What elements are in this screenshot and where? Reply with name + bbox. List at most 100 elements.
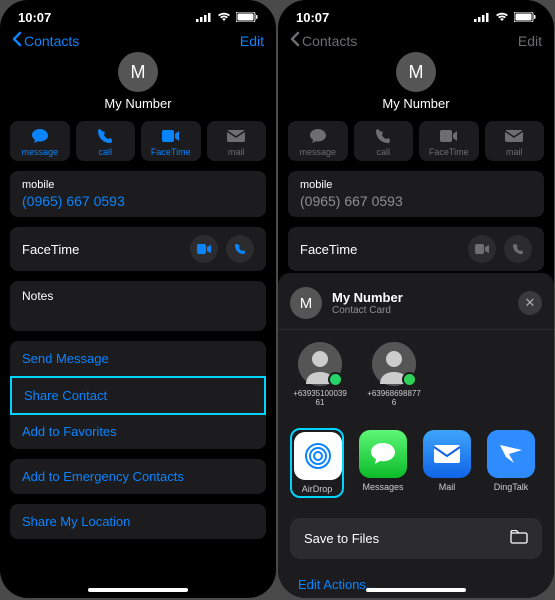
facetime-label: FaceTime: [429, 147, 469, 157]
save-files-label: Save to Files: [304, 531, 379, 546]
status-indicators: [474, 10, 536, 25]
share-apps-row: AirDrop Messages Mail DingTalk: [278, 420, 554, 510]
sheet-avatar: M: [290, 287, 322, 319]
mail-app-icon: [423, 430, 471, 478]
mail-label: mail: [228, 147, 245, 157]
messages-icon: [359, 430, 407, 478]
menu-list-2: Add to Emergency Contacts: [10, 459, 266, 494]
edit-actions-button[interactable]: Edit Actions...: [278, 567, 554, 598]
phone-right: 10:07 Contacts Edit M My Number message …: [278, 0, 554, 598]
mail-button: mail: [485, 121, 545, 161]
facetime-card: FaceTime: [10, 227, 266, 271]
mail-label: mail: [506, 147, 523, 157]
sheet-header: M My Number Contact Card ✕: [278, 283, 554, 330]
airdrop-app[interactable]: AirDrop: [290, 428, 344, 498]
dingtalk-icon: [487, 430, 535, 478]
contact-name: My Number: [0, 96, 276, 111]
menu-list-3: Share My Location: [10, 504, 266, 539]
contact-label: +63968698877 6: [366, 390, 422, 408]
add-emergency-item[interactable]: Add to Emergency Contacts: [10, 459, 266, 494]
facetime-audio-button: [504, 235, 532, 263]
message-label: message: [299, 147, 336, 157]
chevron-left-icon: [290, 31, 300, 50]
signal-icon: [474, 10, 490, 25]
app-label: DingTalk: [486, 482, 536, 492]
phone-left: 10:07 Contacts Edit M My Number message …: [0, 0, 276, 598]
edit-button[interactable]: Edit: [240, 33, 264, 49]
facetime-video-button: [468, 235, 496, 263]
save-to-files-button[interactable]: Save to Files: [290, 518, 542, 559]
video-icon: [141, 127, 201, 145]
signal-icon: [196, 10, 212, 25]
back-label: Contacts: [24, 33, 79, 49]
messages-app[interactable]: Messages: [358, 430, 408, 498]
mail-icon: [207, 127, 267, 145]
facetime-video-button[interactable]: [190, 235, 218, 263]
contact-name: My Number: [278, 96, 554, 111]
share-contact-item[interactable]: Share Contact: [10, 376, 266, 415]
dingtalk-app[interactable]: DingTalk: [486, 430, 536, 498]
menu-list-1: Send Message Share Contact Add to Favori…: [10, 341, 266, 449]
share-sheet: M My Number Contact Card ✕ +63935100039 …: [278, 273, 554, 598]
notes-label: Notes: [22, 289, 53, 303]
phone-icon: [76, 127, 136, 145]
airdrop-contacts-row: +63935100039 61 +63968698877 6: [278, 330, 554, 420]
call-label: call: [98, 147, 112, 157]
nav-bar: Contacts Edit: [0, 31, 276, 54]
wifi-icon: [217, 10, 231, 25]
phone-card: mobile (0965) 667 0593: [288, 171, 544, 217]
share-location-item[interactable]: Share My Location: [10, 504, 266, 539]
facetime-title: FaceTime: [300, 242, 357, 257]
add-favorites-item[interactable]: Add to Favorites: [10, 414, 266, 449]
phone-label: mobile: [22, 179, 254, 191]
contact-avatar: M: [396, 52, 436, 92]
message-icon: [10, 127, 70, 145]
call-label: call: [376, 147, 390, 157]
sheet-title: My Number: [332, 290, 403, 305]
phone-icon: [354, 127, 414, 145]
phone-card[interactable]: mobile (0965) 667 0593: [10, 171, 266, 217]
status-bar: 10:07: [278, 0, 554, 31]
avatar-section: M: [0, 52, 276, 92]
mail-icon: [485, 127, 545, 145]
phone-value: (0965) 667 0593: [300, 193, 532, 209]
airdrop-contact-1[interactable]: +63935100039 61: [292, 342, 348, 408]
notes-card[interactable]: Notes: [10, 281, 266, 331]
app-label: AirDrop: [294, 484, 340, 494]
call-button[interactable]: call: [76, 121, 136, 161]
message-button: message: [288, 121, 348, 161]
back-button[interactable]: Contacts: [12, 31, 79, 50]
facetime-audio-button[interactable]: [226, 235, 254, 263]
status-time: 10:07: [18, 10, 51, 25]
chevron-left-icon: [12, 31, 22, 50]
facetime-label: FaceTime: [151, 147, 191, 157]
home-indicator[interactable]: [88, 588, 188, 592]
status-bar: 10:07: [0, 0, 276, 31]
contact-label: +63935100039 61: [292, 390, 348, 408]
message-icon: [288, 127, 348, 145]
facetime-button[interactable]: FaceTime: [141, 121, 201, 161]
phone-label: mobile: [300, 179, 532, 191]
airdrop-contact-2[interactable]: +63968698877 6: [366, 342, 422, 408]
message-button[interactable]: message: [10, 121, 70, 161]
contact-avatar-icon: [298, 342, 342, 386]
send-message-item[interactable]: Send Message: [10, 341, 266, 377]
mail-app[interactable]: Mail: [422, 430, 472, 498]
close-button[interactable]: ✕: [518, 291, 542, 315]
status-indicators: [196, 10, 258, 25]
home-indicator[interactable]: [366, 588, 466, 592]
app-label: Messages: [358, 482, 408, 492]
battery-icon: [514, 10, 536, 25]
phone-value: (0965) 667 0593: [22, 193, 254, 209]
contact-avatar[interactable]: M: [118, 52, 158, 92]
facetime-card: FaceTime: [288, 227, 544, 271]
status-time: 10:07: [296, 10, 329, 25]
call-button: call: [354, 121, 414, 161]
close-icon: ✕: [525, 295, 536, 311]
battery-icon: [236, 10, 258, 25]
wifi-icon: [495, 10, 509, 25]
action-row: message call FaceTime mail: [278, 111, 554, 171]
avatar-section: M: [278, 52, 554, 92]
video-icon: [419, 127, 479, 145]
back-label: Contacts: [302, 33, 357, 49]
